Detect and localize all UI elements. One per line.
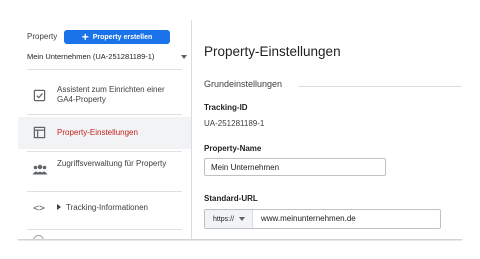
standard-url-input[interactable]: www.meinunternehmen.de bbox=[261, 214, 356, 223]
divider bbox=[27, 151, 182, 152]
panel-shadow bbox=[18, 239, 462, 241]
protocol-value: https:// bbox=[213, 215, 235, 223]
property-select[interactable]: Mein Unternehmen (UA-251281189-1) bbox=[27, 52, 187, 64]
chevron-down-icon bbox=[239, 217, 246, 221]
create-property-button[interactable]: + Property erstellen bbox=[64, 30, 170, 44]
admin-panel: Property + Property erstellen Mein Unter… bbox=[18, 20, 462, 240]
divider bbox=[27, 69, 182, 70]
property-settings-icon bbox=[33, 126, 46, 139]
property-select-value: Mein Unternehmen (UA-251281189-1) bbox=[27, 52, 155, 61]
tracking-id-label: Tracking-ID bbox=[204, 103, 248, 112]
sidebar-item-ga4-setup-assistant[interactable]: Assistent zum Einrichten einer GA4-Prope… bbox=[18, 80, 191, 112]
tracking-id-value: UA-251281189-1 bbox=[204, 119, 265, 128]
standard-url-label: Standard-URL bbox=[204, 194, 258, 203]
property-sidebar: Property + Property erstellen Mein Unter… bbox=[18, 20, 192, 240]
checklist-icon bbox=[33, 89, 46, 102]
sidebar-item-label: Tracking-Informationen bbox=[66, 203, 148, 212]
page-title: Property-Einstellungen bbox=[204, 44, 341, 59]
plus-icon: + bbox=[81, 30, 89, 44]
people-icon bbox=[32, 164, 48, 175]
chevron-down-icon bbox=[181, 55, 187, 59]
sidebar-item-label: Assistent zum Einrichten einer GA4-Prope… bbox=[57, 85, 165, 104]
sidebar-item-label: Property-Einstellungen bbox=[57, 128, 138, 137]
divider bbox=[298, 86, 462, 87]
settings-panel: Property-Einstellungen Grundeinstellunge… bbox=[191, 20, 462, 240]
sidebar-item-tracking-info[interactable]: <> Tracking-Informationen bbox=[18, 194, 191, 226]
standard-url-field: https:// www.meinunternehmen.de bbox=[204, 209, 441, 229]
section-title: Grundeinstellungen bbox=[204, 79, 283, 89]
property-name-label: Property-Name bbox=[204, 144, 262, 153]
code-icon: <> bbox=[33, 203, 46, 214]
divider bbox=[27, 191, 182, 192]
property-label: Property bbox=[27, 32, 58, 41]
divider bbox=[27, 229, 182, 230]
property-name-input[interactable]: Mein Unternehmen bbox=[204, 158, 386, 176]
protocol-select[interactable]: https:// bbox=[205, 210, 253, 228]
sidebar-item-property-access[interactable]: Zugriffsverwaltung für Property bbox=[18, 154, 191, 186]
divider bbox=[27, 114, 182, 115]
sidebar-item-property-settings[interactable]: Property-Einstellungen bbox=[18, 117, 191, 149]
expand-arrow-icon[interactable] bbox=[57, 204, 61, 210]
sidebar-item-label: Zugriffsverwaltung für Property bbox=[57, 159, 167, 168]
create-property-label: Property erstellen bbox=[92, 33, 153, 41]
